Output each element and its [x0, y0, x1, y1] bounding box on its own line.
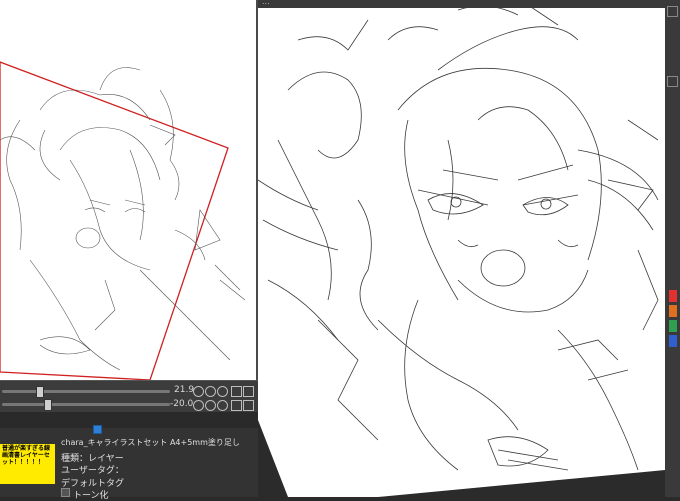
layer-thumbnail[interactable]: 普通が楽すぎる線画清書レイヤーセット！！！！！	[0, 444, 55, 484]
navigator-window: 21.9 -20.0	[0, 0, 258, 413]
flip-horizontal-icon[interactable]	[231, 400, 242, 411]
zoom-slider[interactable]	[2, 403, 170, 406]
actual-size-icon[interactable]	[231, 386, 242, 397]
checkbox-icon[interactable]	[93, 425, 102, 434]
reset-icon[interactable]	[217, 400, 228, 411]
zoom-in-icon[interactable]	[205, 386, 216, 397]
layer-name: chara_キャライラストセット A4+5mm塗り足し	[61, 438, 240, 447]
view-frame-rect	[0, 61, 229, 380]
rotate-left-icon[interactable]	[193, 400, 204, 411]
rotate-right-icon[interactable]	[205, 400, 216, 411]
layer-panel-header	[0, 412, 258, 428]
rotate-slider[interactable]	[2, 390, 170, 393]
color-swatch[interactable]	[669, 335, 677, 347]
navigator-canvas-preview[interactable]	[0, 0, 256, 380]
rotation-value: 21.9	[174, 385, 195, 395]
rotate-slider-handle[interactable]	[36, 386, 44, 398]
dock-button-icon[interactable]	[667, 6, 678, 17]
flip-vertical-icon[interactable]	[243, 400, 254, 411]
color-swatch[interactable]	[669, 290, 677, 302]
canvas-tab-label[interactable]: ...	[262, 0, 270, 6]
fit-icon[interactable]	[217, 386, 228, 397]
dock-tool-icon[interactable]	[667, 76, 678, 87]
navigator-sketch	[0, 61, 246, 380]
zoom-value: -20.0	[170, 399, 194, 409]
canvas-page	[258, 8, 665, 497]
color-swatch[interactable]	[669, 320, 677, 332]
sketch-lines	[0, 67, 246, 371]
user-tag-row: ユーザータグ：	[61, 466, 124, 476]
main-canvas[interactable]	[258, 0, 665, 497]
color-swatch[interactable]	[669, 305, 677, 317]
zoom-slider-handle[interactable]	[44, 399, 52, 411]
right-dock	[665, 0, 680, 497]
zoom-out-icon[interactable]	[193, 386, 204, 397]
canvas-tab-bar[interactable]: ...	[258, 0, 665, 8]
main-canvas-area[interactable]: ...	[258, 0, 665, 497]
thumbnail-title: 普通が楽すぎる線画清書レイヤーセット！！！！！	[2, 445, 51, 466]
navigator-controls: 21.9 -20.0	[0, 380, 258, 413]
tone-checkbox[interactable]	[61, 488, 70, 497]
tone-row-label: トーン化	[73, 491, 109, 501]
fit-window-icon[interactable]	[243, 386, 254, 397]
